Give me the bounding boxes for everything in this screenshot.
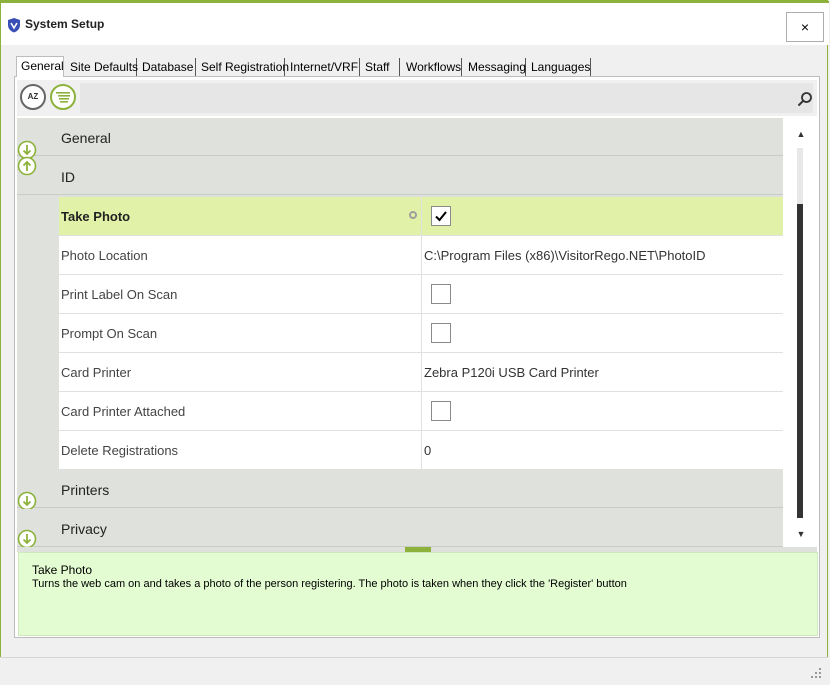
modified-indicator-icon <box>409 211 417 219</box>
property-name: Photo Location <box>61 248 148 263</box>
scroll-up-arrow-icon[interactable]: ▲ <box>795 128 807 140</box>
window-title: System Setup <box>25 17 105 31</box>
scroll-thumb[interactable] <box>797 204 803 518</box>
description-text: Turns the web cam on and takes a photo o… <box>32 578 627 590</box>
print-label-on-scan-checkbox[interactable] <box>431 284 451 304</box>
property-row-take-photo[interactable]: Take Photo <box>59 197 783 236</box>
status-bar <box>0 657 828 683</box>
property-name: Delete Registrations <box>61 443 179 458</box>
column-divider <box>421 431 422 469</box>
take-photo-checkbox[interactable] <box>431 206 451 226</box>
prompt-on-scan-checkbox[interactable] <box>431 323 451 343</box>
tab-self-registration[interactable]: Self Registration <box>197 58 289 76</box>
sort-alphabetical-button[interactable]: AZ <box>20 84 46 110</box>
property-row-card-printer[interactable]: Card Printer Zebra P120i USB Card Printe… <box>59 353 783 392</box>
property-row-photo-location[interactable]: Photo Location C:\Program Files (x86)\Vi… <box>59 236 783 275</box>
checkmark-icon <box>435 211 447 222</box>
category-general[interactable]: General <box>17 118 783 156</box>
vertical-scrollbar[interactable]: ▲ ▼ <box>785 118 818 548</box>
delete-registrations-value[interactable]: 0 <box>424 443 431 458</box>
tab-general[interactable]: General <box>16 56 64 77</box>
category-privacy[interactable]: Privacy <box>17 509 783 547</box>
property-row-prompt-on-scan[interactable]: Prompt On Scan <box>59 314 783 353</box>
tab-staff[interactable]: Staff <box>361 58 400 76</box>
category-label: General <box>61 130 111 146</box>
property-name: Print Label On Scan <box>61 287 178 302</box>
property-name: Card Printer Attached <box>61 404 186 419</box>
description-panel: Take Photo Turns the web cam on and take… <box>18 552 818 636</box>
column-divider <box>421 353 422 391</box>
column-divider <box>421 275 422 313</box>
category-label: ID <box>61 169 75 185</box>
card-printer-value[interactable]: Zebra P120i USB Card Printer <box>424 365 599 380</box>
category-label: Privacy <box>61 521 107 537</box>
card-printer-attached-checkbox[interactable] <box>431 401 451 421</box>
column-divider <box>421 236 422 274</box>
tab-workflows[interactable]: Workflows <box>402 58 462 76</box>
tab-messaging[interactable]: Messaging <box>464 58 526 76</box>
property-name: Prompt On Scan <box>61 326 158 341</box>
collapse-arrow-up-icon[interactable] <box>17 156 37 176</box>
resize-grip-icon[interactable] <box>810 667 822 679</box>
sort-categorized-button[interactable] <box>50 84 76 110</box>
categorized-list-icon <box>56 92 70 103</box>
property-grid: General ID Take Photo Photo Location C:\… <box>17 118 783 548</box>
column-divider <box>421 197 422 235</box>
title-bar[interactable]: System Setup × <box>1 1 829 45</box>
category-label: Printers <box>61 482 110 498</box>
close-button[interactable]: × <box>786 12 824 42</box>
search-icon[interactable] <box>797 91 813 107</box>
category-id[interactable]: ID <box>17 157 783 195</box>
scroll-down-arrow-icon[interactable]: ▼ <box>795 528 807 540</box>
property-name: Take Photo <box>61 209 131 224</box>
column-divider <box>421 392 422 430</box>
tab-internet-vrf[interactable]: Internet/VRF <box>286 58 360 76</box>
property-toolbar: AZ <box>17 80 817 116</box>
property-name: Card Printer <box>61 365 132 380</box>
tab-languages[interactable]: Languages <box>527 58 591 76</box>
search-input[interactable] <box>80 83 813 113</box>
expand-arrow-down-icon[interactable] <box>17 529 37 548</box>
expand-arrow-down-icon[interactable] <box>17 491 37 511</box>
tab-site-defaults[interactable]: Site Defaults <box>66 58 138 76</box>
tab-database[interactable]: Database <box>138 58 196 76</box>
photo-location-value[interactable]: C:\Program Files (x86)\VisitorRego.NET\P… <box>424 248 706 263</box>
property-row-print-label-on-scan[interactable]: Print Label On Scan <box>59 275 783 314</box>
description-title: Take Photo <box>32 563 93 577</box>
column-divider <box>421 314 422 352</box>
tab-strip: General Site Defaults Database Self Regi… <box>16 56 816 77</box>
app-shield-icon <box>8 18 20 33</box>
sort-alphabetical-icon: AZ <box>27 92 39 101</box>
property-row-delete-registrations[interactable]: Delete Registrations 0 <box>59 431 783 470</box>
category-printers[interactable]: Printers <box>17 470 783 508</box>
property-row-card-printer-attached[interactable]: Card Printer Attached <box>59 392 783 431</box>
